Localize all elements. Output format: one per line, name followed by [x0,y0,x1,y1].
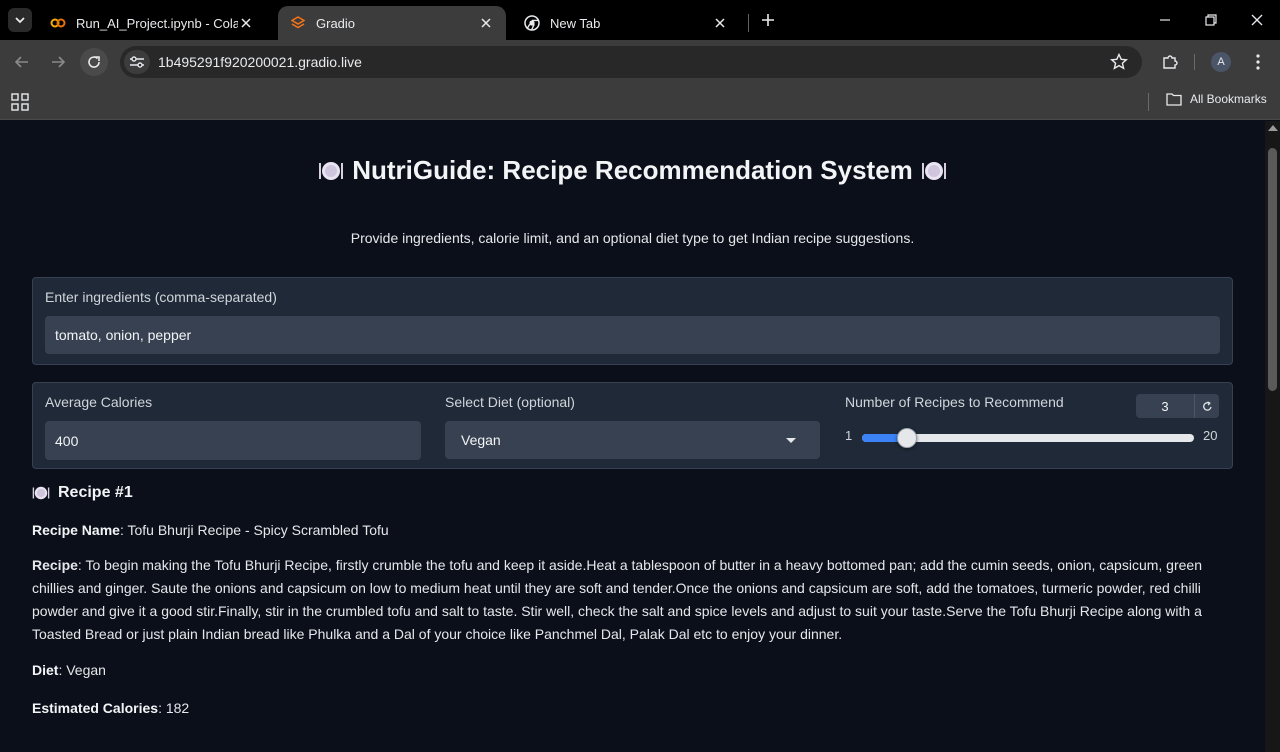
chrome-icon [524,15,540,31]
calories-line: Estimated Calories: 182 [32,700,190,716]
diet-line: Diet: Vegan [32,662,106,678]
reload-button[interactable] [80,48,108,76]
site-info-button[interactable] [124,50,150,74]
num-recipes-label: Number of Recipes to Recommend [845,394,1064,410]
url-text: 1b495291f920200021.gradio.live [158,54,362,70]
minimize-button[interactable] [1142,0,1188,40]
arrow-left-icon [14,56,28,68]
avatar: A [1211,52,1231,72]
bookmark-star-icon[interactable] [1110,53,1128,71]
calories-input[interactable]: 400 [45,421,421,460]
tab-new-tab[interactable]: New Tab [512,6,740,40]
close-icon[interactable] [712,15,728,31]
folder-icon [1166,93,1182,106]
tab-title: Run_AI_Project.ipynb - Colab [76,15,238,31]
reset-button[interactable] [1194,394,1219,418]
slider-max-label: 20 [1203,428,1218,443]
recipe-name-line: Recipe Name: Tofu Bhurji Recipe - Spicy … [32,522,389,538]
plus-icon [762,14,774,26]
gradio-page: NutriGuide: Recipe Recommendation System… [0,121,1265,752]
tab-strip: Run_AI_Project.ipynb - Colab Gradio New … [0,0,1280,40]
diet-label: Select Diet (optional) [445,394,575,410]
page-scrollbar[interactable] [1265,121,1280,752]
tune-icon [130,56,144,68]
scroll-thumb[interactable] [1268,148,1277,391]
chevron-down-icon [15,17,25,24]
forward-button[interactable] [44,48,72,76]
minimize-icon [1160,19,1170,21]
back-button[interactable] [8,48,36,76]
scroll-up-icon[interactable] [1268,125,1278,131]
extensions-button[interactable] [1156,48,1184,76]
page-title: NutriGuide: Recipe Recommendation System [0,155,1265,186]
colab-icon [50,15,66,31]
recipe-output: Recipe #1 Recipe Name: Tofu Bhurji Recip… [32,484,1222,716]
bookmarks-divider [1148,93,1149,111]
tab-separator [748,14,749,32]
calories-output-value: 182 [165,700,190,716]
tab-title: Gradio [316,15,356,31]
bookmarks-bar: All Bookmarks [0,84,1280,120]
plate-icon [32,486,50,500]
address-bar[interactable]: 1b495291f920200021.gradio.live [120,46,1142,78]
diet-selected-value: Vegan [461,432,501,448]
profile-button[interactable]: A [1207,48,1235,76]
ingredients-input[interactable]: tomato, onion, pepper [45,316,1220,354]
diet-dropdown[interactable]: Vegan [445,421,820,459]
tab-colab[interactable]: Run_AI_Project.ipynb - Colab [38,6,266,40]
slider-fill [862,434,901,442]
window-close-button[interactable] [1234,0,1280,40]
num-recipes-slider[interactable] [862,428,1194,448]
recipe-name-value: Tofu Bhurji Recipe - Spicy Scrambled Tof… [127,522,389,538]
ingredients-label: Enter ingredients (comma-separated) [45,289,277,305]
recipe-heading-text: Recipe #1 [58,484,133,501]
recipe-label: Recipe [32,557,78,573]
diet-output-label: Diet [32,662,59,678]
close-icon[interactable] [478,15,494,31]
all-bookmarks-button[interactable]: All Bookmarks [1166,92,1267,106]
reset-icon [1202,400,1212,411]
recipe-instructions: Recipe: To begin making the Tofu Bhurji … [32,557,1202,642]
apps-grid-icon[interactable] [10,92,30,112]
all-bookmarks-label: All Bookmarks [1190,92,1267,106]
puzzle-icon [1163,55,1178,69]
reload-icon [88,56,100,68]
num-recipes-input[interactable]: 3 [1136,394,1194,418]
close-icon[interactable] [238,15,254,31]
close-icon [1251,14,1263,26]
browser-toolbar: 1b495291f920200021.gradio.live A [0,40,1280,84]
caret-down-icon [786,438,796,443]
calories-output-label: Estimated Calories [32,700,159,716]
diet-output-value: Vegan [66,662,106,678]
recipe-instructions-text: To begin making the Tofu Bhurji Recipe, … [32,557,1202,642]
options-block: Average Calories 400 Select Diet (option… [32,382,1233,469]
new-tab-button[interactable] [756,8,780,32]
recipe-name-label: Recipe Name [32,522,120,538]
title-text: NutriGuide: Recipe Recommendation System [352,155,913,185]
ingredients-block: Enter ingredients (comma-separated) toma… [32,277,1233,365]
slider-min-label: 1 [845,428,853,443]
more-vertical-icon [1256,54,1260,70]
arrow-right-icon [52,56,66,68]
menu-button[interactable] [1244,48,1272,76]
tab-search-button[interactable] [8,8,32,32]
tab-title: New Tab [550,15,601,31]
plate-icon [921,162,946,180]
toolbar-divider [1194,54,1195,70]
calories-label: Average Calories [45,394,153,410]
recipe-heading: Recipe #1 [32,484,1222,502]
restore-button[interactable] [1188,0,1234,40]
restore-icon [1205,14,1217,26]
tab-gradio[interactable]: Gradio [278,6,506,40]
gradio-icon [290,15,306,31]
plate-icon [319,162,344,180]
page-description: Provide ingredients, calorie limit, and … [350,230,915,246]
slider-thumb[interactable] [896,428,917,448]
